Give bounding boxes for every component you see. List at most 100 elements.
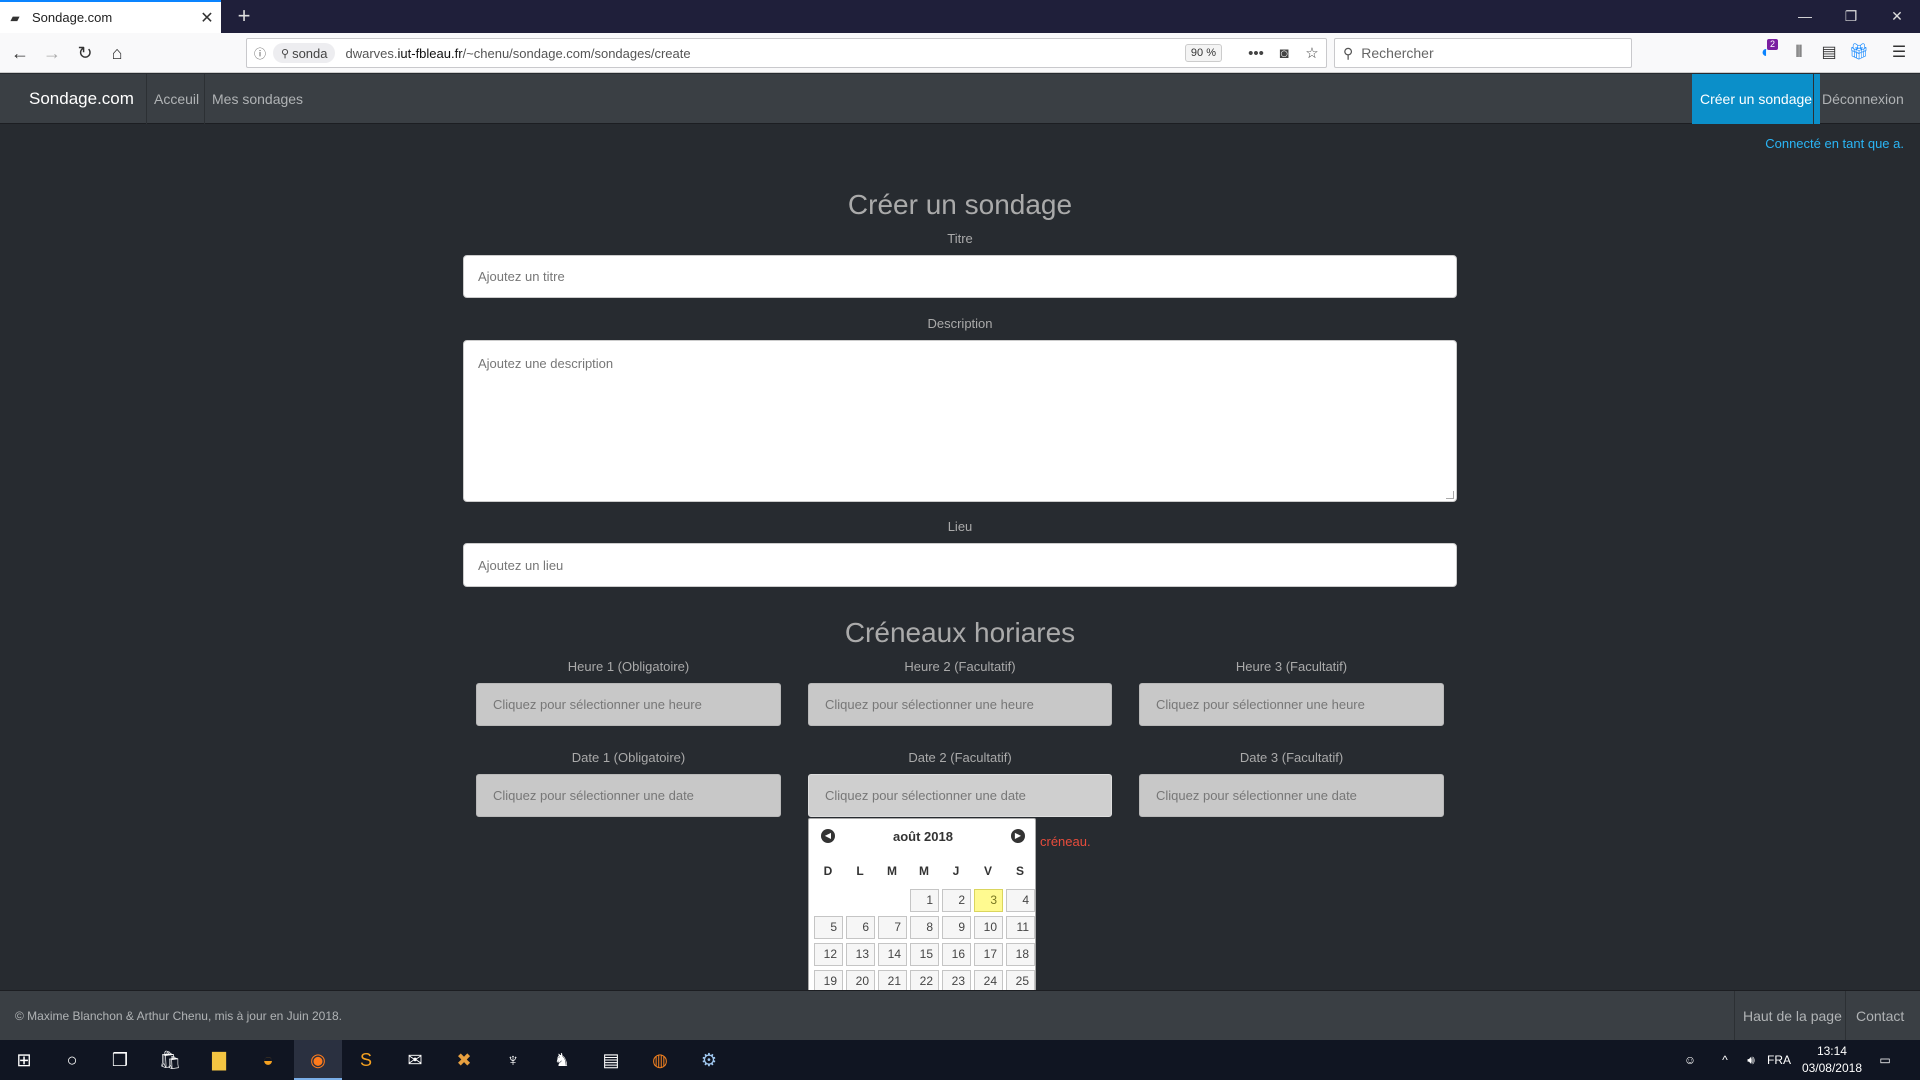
lieu-label: Lieu <box>947 519 973 534</box>
day-of-week-header: D <box>823 864 833 878</box>
day-cell[interactable]: 17 <box>974 943 1003 966</box>
heure-1-input[interactable]: Cliquez pour sélectionner une heure <box>476 683 781 726</box>
url-bar[interactable]: ⓘ ⚲ sonda dwarves.iut-fbleau.fr/~chenu/so… <box>246 38 1327 68</box>
start-icon[interactable]: ⊞ <box>0 1040 48 1080</box>
zoom-level[interactable]: 90 % <box>1184 44 1222 62</box>
clock[interactable]: 13:14 03/08/2018 <box>1802 1043 1862 1077</box>
heure-3-label: Heure 3 (Facultatif) <box>1235 659 1348 674</box>
xampp-icon[interactable]: ✖ <box>440 1040 488 1080</box>
info-icon[interactable]: ⓘ <box>247 45 273 62</box>
volume-icon[interactable]: 🔊︎ <box>1738 1040 1764 1080</box>
close-window-icon[interactable]: ✕ <box>1874 0 1920 33</box>
day-of-week-header: M <box>887 864 897 878</box>
day-of-week-header: L <box>856 864 864 878</box>
back-to-top-link[interactable]: Haut de la page <box>1734 991 1850 1041</box>
day-cell[interactable]: 15 <box>910 943 939 966</box>
connected-user-link[interactable]: Connecté en tant que a. <box>1765 136 1904 151</box>
day-of-week-header: V <box>983 864 992 878</box>
sublime-icon[interactable]: S <box>342 1040 390 1080</box>
library-icon[interactable]: ⫴ <box>1785 39 1813 67</box>
people-icon[interactable]: ☺ <box>1675 1040 1705 1080</box>
date-2-input[interactable]: Cliquez pour sélectionner une date <box>808 774 1112 817</box>
browser-tab-bar: ▰ Sondage.com ✕ + — ❐ ✕ <box>0 0 1920 33</box>
nav-mes-sondages[interactable]: Mes sondages <box>204 74 310 124</box>
menu-icon[interactable]: ☰ <box>1885 39 1913 67</box>
day-cell[interactable]: 8 <box>910 916 939 939</box>
skyrim-icon[interactable]: ♆ <box>489 1040 537 1080</box>
mail-icon[interactable]: ✉ <box>391 1040 439 1080</box>
day-cell[interactable]: 6 <box>846 916 875 939</box>
page-actions-icon[interactable]: ••• <box>1242 45 1270 62</box>
notifications-icon[interactable]: ▭ <box>1870 1040 1900 1080</box>
date-1-label: Date 1 (Obligatoire) <box>571 750 686 765</box>
day-of-week-header: M <box>919 864 929 878</box>
url-text[interactable]: dwarves.iut-fbleau.fr/~chenu/sondage.com… <box>345 46 1184 61</box>
lieu-input[interactable]: Ajoutez un lieu <box>463 543 1457 587</box>
bookmark-star-icon[interactable]: ☆ <box>1298 44 1326 62</box>
day-cell[interactable]: 3 <box>974 889 1003 912</box>
day-cell[interactable]: 11 <box>1006 916 1035 939</box>
nav-create-poll[interactable]: Créer un sondage <box>1692 74 1821 124</box>
language-indicator[interactable]: FRA <box>1764 1040 1794 1080</box>
new-tab-button[interactable]: + <box>230 3 258 31</box>
titre-placeholder: Ajoutez un titre <box>478 269 565 284</box>
cortana-icon[interactable]: ○ <box>48 1040 96 1080</box>
close-tab-icon[interactable]: ✕ <box>193 8 221 28</box>
date-3-input[interactable]: Cliquez pour sélectionner une date <box>1139 774 1444 817</box>
page-title: Créer un sondage <box>847 189 1073 220</box>
reload-icon[interactable]: ↻ <box>71 39 99 67</box>
forward-icon[interactable]: → <box>38 39 66 67</box>
day-cell[interactable]: 7 <box>878 916 907 939</box>
date-1-placeholder: Cliquez pour sélectionner une date <box>493 788 694 803</box>
gift-icon[interactable]: 🎁︎ <box>1845 39 1873 67</box>
clock-time: 13:14 <box>1816 1044 1847 1058</box>
date-2-placeholder: Cliquez pour sélectionner une date <box>825 788 1026 803</box>
restore-icon[interactable]: ❐ <box>1828 0 1874 33</box>
browser-tab[interactable]: ▰ Sondage.com ✕ <box>0 0 221 33</box>
day-cell[interactable]: 16 <box>942 943 971 966</box>
day-cell[interactable]: 10 <box>974 916 1003 939</box>
resize-handle[interactable] <box>1446 491 1454 499</box>
notepad-icon[interactable]: ▤ <box>587 1040 635 1080</box>
minimize-icon[interactable]: — <box>1782 0 1828 33</box>
search-bar[interactable]: ⚲ Rechercher <box>1334 38 1632 68</box>
day-cell[interactable]: 9 <box>942 916 971 939</box>
day-cell[interactable]: 1 <box>910 889 939 912</box>
firefox-icon[interactable]: ◉ <box>294 1040 342 1080</box>
home-icon[interactable]: ⌂ <box>103 39 131 67</box>
date-1-input[interactable]: Cliquez pour sélectionner une date <box>476 774 781 817</box>
day-cell[interactable]: 2 <box>942 889 971 912</box>
app-icon[interactable]: ◒ <box>244 1040 292 1080</box>
nav-acceuil[interactable]: Acceuil <box>146 74 206 124</box>
day-cell[interactable]: 12 <box>814 943 843 966</box>
description-textarea[interactable]: Ajoutez une description <box>463 340 1457 502</box>
back-icon[interactable]: ← <box>6 39 34 67</box>
day-cell[interactable]: 14 <box>878 943 907 966</box>
blender-icon[interactable]: ◍ <box>636 1040 684 1080</box>
steam-icon[interactable]: ⚙ <box>685 1040 733 1080</box>
game-icon[interactable]: ♞ <box>538 1040 586 1080</box>
day-cell[interactable]: 13 <box>846 943 875 966</box>
next-month-icon[interactable]: ▶ <box>1011 829 1025 843</box>
sidebar-icon[interactable]: ▤ <box>1815 39 1843 67</box>
heure-3-input[interactable]: Cliquez pour sélectionner une heure <box>1139 683 1444 726</box>
search-placeholder: Rechercher <box>1361 45 1434 61</box>
tray-chevron-icon[interactable]: ^ <box>1713 1040 1737 1080</box>
date-3-placeholder: Cliquez pour sélectionner une date <box>1156 788 1357 803</box>
brand-link[interactable]: Sondage.com <box>29 74 134 124</box>
store-icon[interactable]: 🛍︎ <box>146 1040 194 1080</box>
contact-link[interactable]: Contact <box>1845 991 1914 1041</box>
day-cell[interactable]: 5 <box>814 916 843 939</box>
search-chip[interactable]: ⚲ sonda <box>273 43 336 63</box>
extension-icon[interactable]: ◐ 2 <box>1752 39 1780 67</box>
task-view-icon[interactable]: ❒ <box>96 1040 144 1080</box>
nav-logout[interactable]: Déconnexion <box>1813 74 1912 124</box>
day-cell[interactable]: 18 <box>1006 943 1035 966</box>
heure-2-label: Heure 2 (Facultatif) <box>904 659 1016 674</box>
notification-badge: 2 <box>1766 39 1778 50</box>
file-explorer-icon[interactable]: ▇ <box>195 1040 243 1080</box>
heure-2-input[interactable]: Cliquez pour sélectionner une heure <box>808 683 1112 726</box>
pocket-icon[interactable]: ◙ <box>1270 45 1298 62</box>
day-cell[interactable]: 4 <box>1006 889 1035 912</box>
titre-input[interactable]: Ajoutez un titre <box>463 255 1457 298</box>
